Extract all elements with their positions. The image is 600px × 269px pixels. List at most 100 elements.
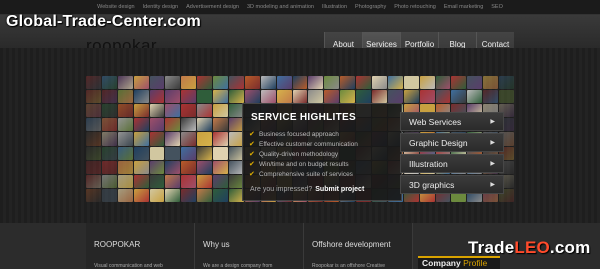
portfolio-thumbnail[interactable] — [197, 76, 213, 90]
portfolio-thumbnail[interactable] — [117, 132, 133, 146]
portfolio-thumbnail[interactable] — [133, 118, 149, 132]
portfolio-thumbnail[interactable] — [372, 76, 387, 90]
portfolio-thumbnail[interactable] — [133, 76, 149, 90]
service-menu-illustration[interactable]: Illustration ▶ — [400, 154, 504, 173]
portfolio-thumbnail[interactable] — [101, 76, 117, 90]
portfolio-thumbnail[interactable] — [165, 146, 181, 160]
portfolio-thumbnail[interactable] — [181, 146, 197, 160]
portfolio-thumbnail[interactable] — [292, 76, 308, 90]
portfolio-thumbnail[interactable] — [260, 76, 276, 90]
portfolio-thumbnail[interactable] — [165, 76, 181, 90]
tag-link[interactable]: Website design — [97, 4, 135, 10]
portfolio-thumbnail[interactable] — [117, 174, 133, 188]
portfolio-thumbnail[interactable] — [197, 104, 213, 118]
portfolio-thumbnail[interactable] — [133, 90, 149, 104]
portfolio-thumbnail[interactable] — [197, 132, 213, 146]
portfolio-thumbnail[interactable] — [324, 76, 340, 90]
tag-link[interactable]: Illustration — [322, 4, 347, 10]
portfolio-thumbnail[interactable] — [308, 90, 324, 104]
portfolio-thumbnail[interactable] — [101, 104, 117, 118]
portfolio-thumbnail[interactable] — [483, 90, 499, 104]
portfolio-thumbnail[interactable] — [499, 90, 514, 104]
portfolio-thumbnail[interactable] — [86, 188, 101, 202]
portfolio-thumbnail[interactable] — [149, 174, 165, 188]
portfolio-thumbnail[interactable] — [213, 90, 228, 104]
tag-link[interactable]: Identity design — [143, 4, 178, 10]
portfolio-thumbnail[interactable] — [165, 118, 181, 132]
portfolio-thumbnail[interactable] — [86, 160, 101, 174]
portfolio-thumbnail[interactable] — [451, 90, 467, 104]
portfolio-thumbnail[interactable] — [165, 104, 181, 118]
portfolio-thumbnail[interactable] — [356, 90, 371, 104]
portfolio-thumbnail[interactable] — [101, 146, 117, 160]
portfolio-thumbnail[interactable] — [229, 76, 244, 90]
portfolio-thumbnail[interactable] — [499, 76, 514, 90]
portfolio-thumbnail[interactable] — [117, 76, 133, 90]
portfolio-thumbnail[interactable] — [117, 188, 133, 202]
service-menu-graphic[interactable]: Graphic Design ▶ — [400, 133, 504, 152]
portfolio-thumbnail[interactable] — [340, 90, 356, 104]
portfolio-thumbnail[interactable] — [356, 76, 371, 90]
portfolio-thumbnail[interactable] — [165, 132, 181, 146]
portfolio-thumbnail[interactable] — [133, 132, 149, 146]
service-menu-web[interactable]: Web Services ▶ — [400, 112, 504, 131]
portfolio-thumbnail[interactable] — [213, 146, 228, 160]
portfolio-thumbnail[interactable] — [149, 76, 165, 90]
portfolio-thumbnail[interactable] — [435, 90, 451, 104]
portfolio-thumbnail[interactable] — [213, 104, 228, 118]
portfolio-thumbnail[interactable] — [133, 188, 149, 202]
portfolio-thumbnail[interactable] — [467, 90, 483, 104]
portfolio-thumbnail[interactable] — [149, 90, 165, 104]
portfolio-thumbnail[interactable] — [213, 132, 228, 146]
portfolio-thumbnail[interactable] — [149, 160, 165, 174]
portfolio-thumbnail[interactable] — [133, 146, 149, 160]
portfolio-thumbnail[interactable] — [197, 90, 213, 104]
portfolio-thumbnail[interactable] — [403, 76, 419, 90]
portfolio-thumbnail[interactable] — [419, 90, 435, 104]
portfolio-thumbnail[interactable] — [101, 90, 117, 104]
portfolio-thumbnail[interactable] — [133, 104, 149, 118]
portfolio-thumbnail[interactable] — [149, 132, 165, 146]
portfolio-thumbnail[interactable] — [451, 76, 467, 90]
portfolio-thumbnail[interactable] — [165, 174, 181, 188]
portfolio-thumbnail[interactable] — [403, 90, 419, 104]
portfolio-thumbnail[interactable] — [197, 188, 213, 202]
portfolio-thumbnail[interactable] — [117, 118, 133, 132]
portfolio-thumbnail[interactable] — [133, 174, 149, 188]
tag-link[interactable]: Email marketing — [444, 4, 483, 10]
portfolio-thumbnail[interactable] — [101, 160, 117, 174]
portfolio-thumbnail[interactable] — [213, 76, 228, 90]
portfolio-thumbnail[interactable] — [133, 160, 149, 174]
portfolio-thumbnail[interactable] — [340, 76, 356, 90]
portfolio-thumbnail[interactable] — [308, 76, 324, 90]
portfolio-thumbnail[interactable] — [372, 90, 387, 104]
portfolio-thumbnail[interactable] — [213, 174, 228, 188]
portfolio-thumbnail[interactable] — [229, 90, 244, 104]
portfolio-thumbnail[interactable] — [213, 188, 228, 202]
portfolio-thumbnail[interactable] — [276, 76, 292, 90]
portfolio-thumbnail[interactable] — [101, 174, 117, 188]
portfolio-thumbnail[interactable] — [86, 104, 101, 118]
portfolio-thumbnail[interactable] — [165, 90, 181, 104]
portfolio-thumbnail[interactable] — [117, 160, 133, 174]
portfolio-thumbnail[interactable] — [86, 146, 101, 160]
portfolio-thumbnail[interactable] — [117, 90, 133, 104]
portfolio-thumbnail[interactable] — [467, 76, 483, 90]
portfolio-thumbnail[interactable] — [86, 132, 101, 146]
portfolio-thumbnail[interactable] — [244, 76, 260, 90]
portfolio-thumbnail[interactable] — [149, 188, 165, 202]
portfolio-thumbnail[interactable] — [101, 188, 117, 202]
tag-link[interactable]: SEO — [491, 4, 503, 10]
portfolio-thumbnail[interactable] — [149, 104, 165, 118]
portfolio-thumbnail[interactable] — [165, 188, 181, 202]
tag-link[interactable]: Advertisement design — [186, 4, 239, 10]
portfolio-thumbnail[interactable] — [483, 76, 499, 90]
portfolio-thumbnail[interactable] — [324, 90, 340, 104]
portfolio-thumbnail[interactable] — [260, 90, 276, 104]
tag-link[interactable]: 3D modeling and animation — [247, 4, 314, 10]
portfolio-thumbnail[interactable] — [86, 76, 101, 90]
portfolio-thumbnail[interactable] — [181, 118, 197, 132]
portfolio-thumbnail[interactable] — [419, 76, 435, 90]
portfolio-thumbnail[interactable] — [117, 146, 133, 160]
portfolio-thumbnail[interactable] — [197, 160, 213, 174]
